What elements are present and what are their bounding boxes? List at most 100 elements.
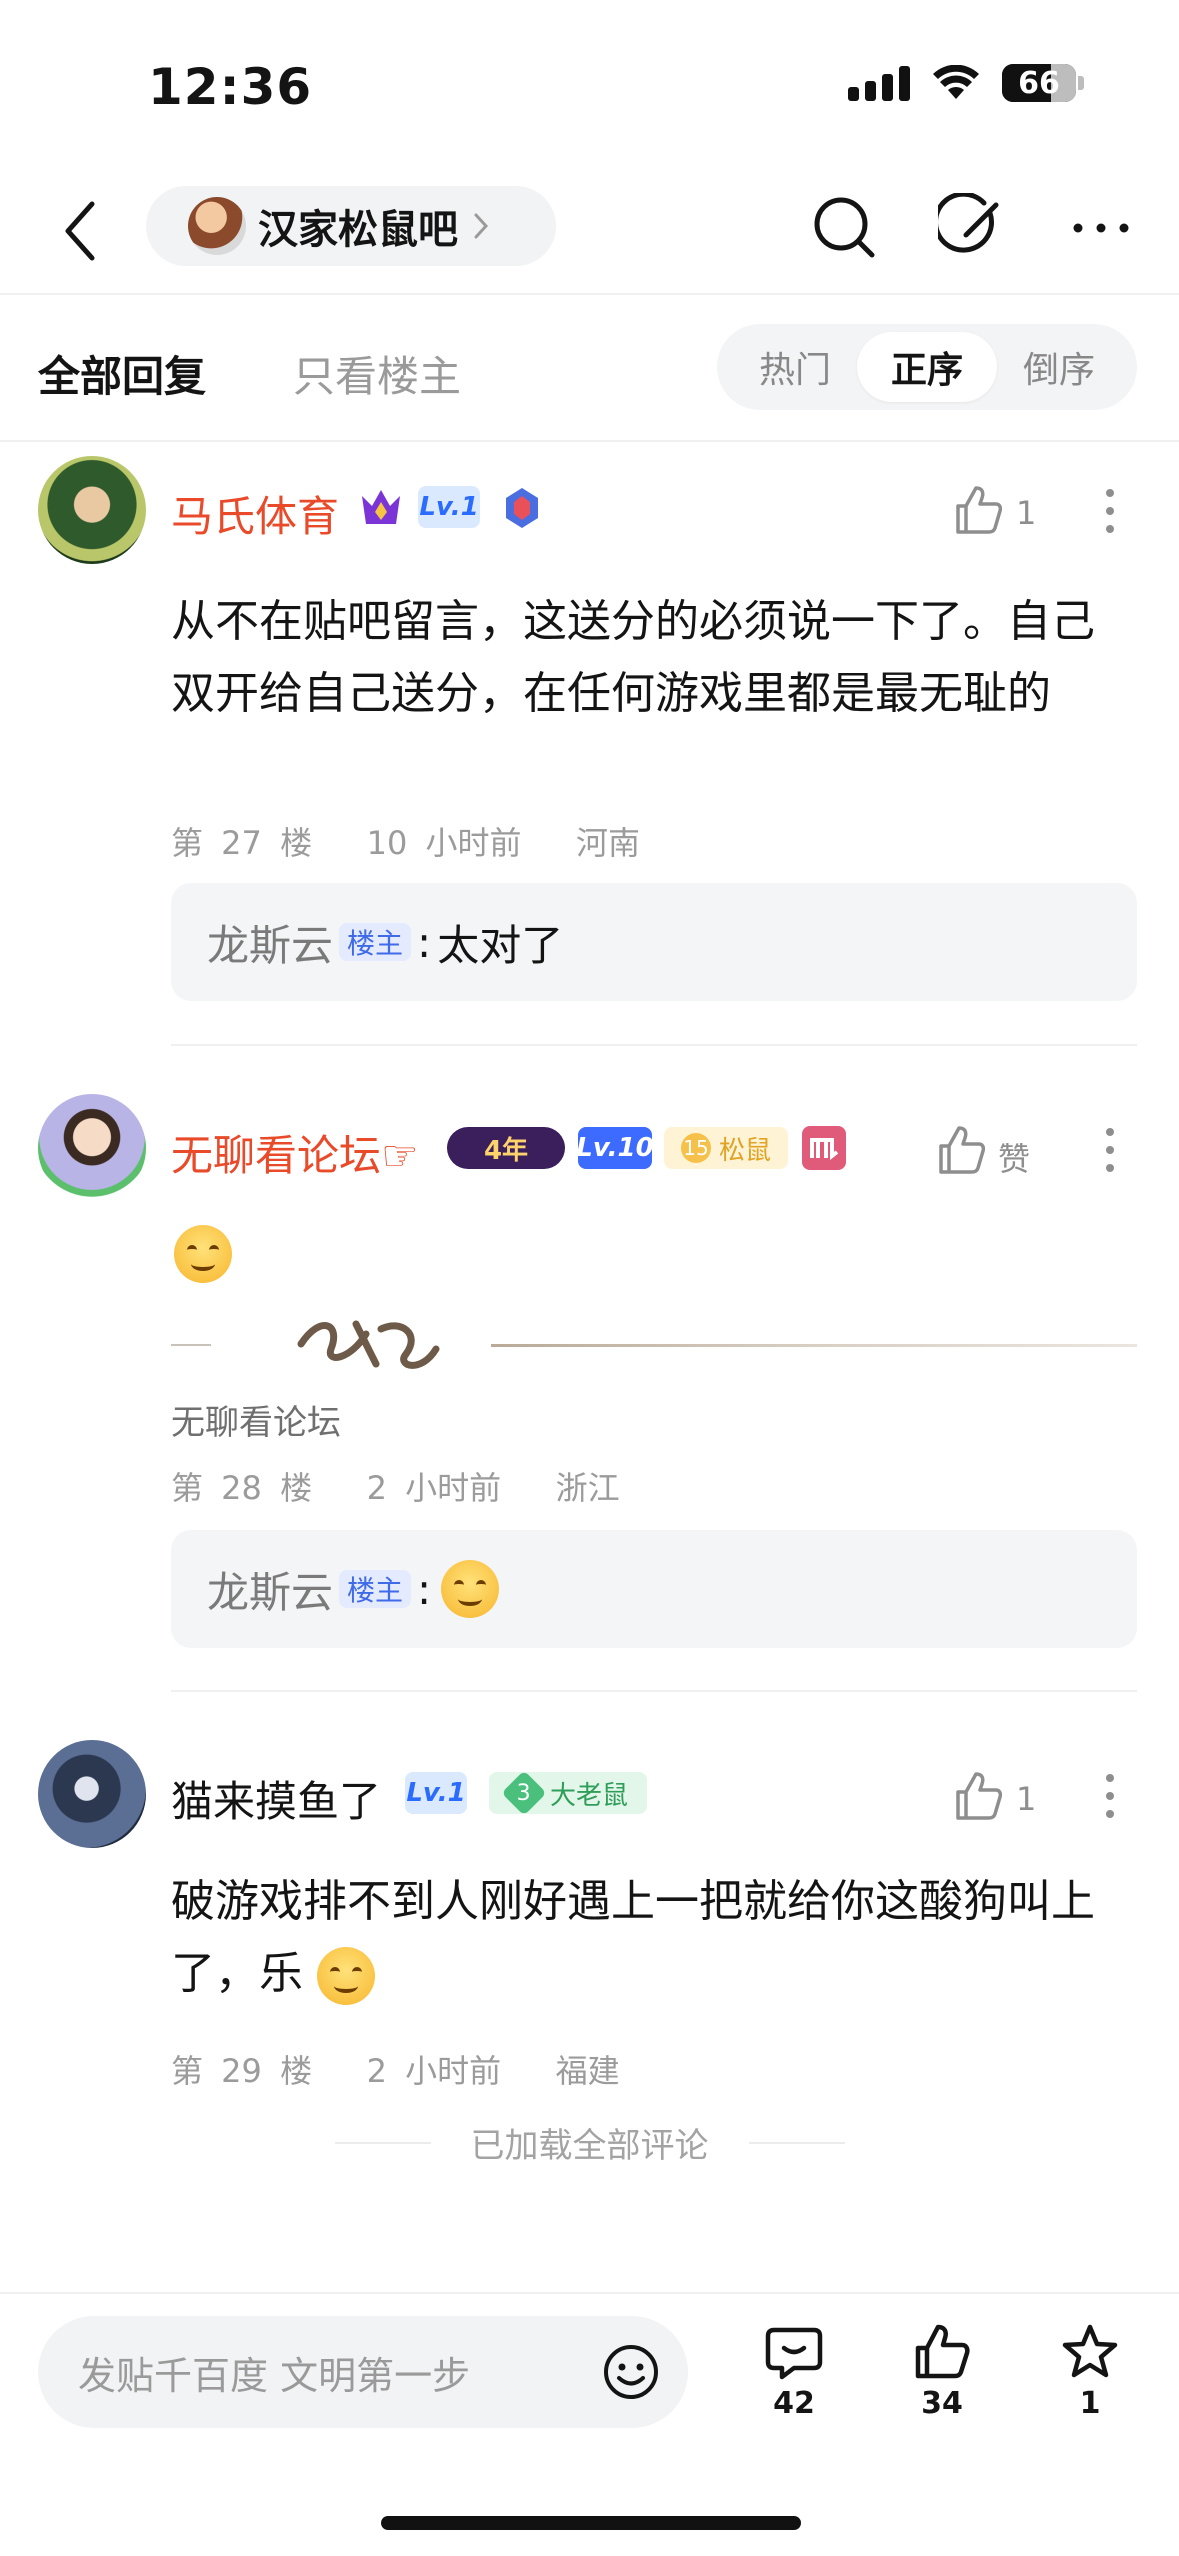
signature-banner — [171, 1294, 1137, 1394]
status-time: 12:36 — [148, 58, 313, 116]
forum-avatar — [188, 197, 246, 255]
back-icon[interactable] — [56, 196, 106, 266]
sort-asc[interactable]: 正序 — [857, 332, 997, 402]
battery-icon: 66 — [1002, 64, 1084, 102]
location: 浙江 — [555, 1469, 620, 1507]
years-badge: 4年 — [447, 1127, 565, 1169]
rank-icon — [506, 488, 538, 528]
avatar[interactable] — [38, 1094, 146, 1202]
sort-desc[interactable]: 倒序 — [989, 332, 1129, 402]
smile-emoji — [317, 1947, 375, 2005]
forum-pill[interactable]: 汉家松鼠吧 — [146, 186, 556, 266]
thumbs-up-icon[interactable] — [937, 1124, 985, 1176]
avatar[interactable] — [38, 1740, 146, 1848]
status-icons: 66 — [848, 64, 1084, 102]
floor: 第 27 楼 — [171, 824, 313, 862]
chevron-right-icon — [474, 213, 489, 239]
comment-composer[interactable]: 发贴千百度 文明第一步 — [38, 2316, 688, 2428]
tab-op-only[interactable]: 只看楼主 — [293, 343, 461, 404]
location: 河南 — [576, 824, 641, 862]
like-count: 34 — [921, 2386, 963, 2421]
fan-badge: 15 松鼠 — [664, 1127, 788, 1169]
composer-placeholder[interactable]: 发贴千百度 文明第一步 — [78, 2345, 602, 2400]
more-vertical-icon[interactable] — [1105, 1773, 1115, 1819]
fan-title: 松鼠 — [718, 1135, 771, 1166]
reply-text: 太对了 — [437, 920, 564, 970]
sort-toggle: 热门 正序 倒序 — [717, 324, 1137, 410]
crown-icon — [362, 490, 400, 524]
fan-level: 15 — [680, 1133, 711, 1163]
reply-author[interactable]: 龙斯云 — [207, 912, 333, 973]
divider — [171, 1690, 1137, 1692]
comment-icon — [765, 2327, 823, 2380]
fan-level: 3 — [516, 1780, 531, 1806]
post-meta: 第 29 楼 2 小时前 福建 — [171, 2046, 620, 2092]
member-icon — [802, 1126, 846, 1170]
time: 10 小时前 — [366, 824, 522, 862]
more-vertical-icon[interactable] — [1105, 488, 1115, 534]
level-badge: Lv.10 — [576, 1127, 654, 1169]
comments-button[interactable]: 42 — [744, 2322, 844, 2421]
divider — [0, 293, 1179, 295]
thumbs-up-icon[interactable] — [954, 1770, 1002, 1822]
years-badge-text: 4年 — [483, 1135, 529, 1166]
emoji-picker-icon[interactable] — [602, 2343, 660, 2401]
floor: 第 29 楼 — [171, 2052, 313, 2090]
post-text: 破游戏排不到人刚好遇上一把就给你这酸狗叫上了，乐 — [171, 1866, 1131, 2010]
divider-line — [334, 2141, 431, 2144]
home-indicator[interactable] — [381, 2516, 801, 2530]
level-badge: Lv.1 — [418, 486, 480, 528]
fan-badge: 3 大老鼠 — [489, 1770, 647, 1816]
username[interactable]: 猫来摸鱼了 — [171, 1768, 381, 1829]
reply-preview[interactable]: 龙斯云 楼主 : — [171, 1530, 1137, 1648]
op-tag: 楼主 — [339, 923, 412, 961]
post-meta: 第 27 楼 10 小时前 河南 — [171, 818, 640, 864]
more-icon[interactable] — [1066, 193, 1136, 263]
grin-emoji — [174, 1225, 232, 1283]
forum-name: 汉家松鼠吧 — [258, 207, 458, 253]
signature-name: 无聊看论坛 — [171, 1403, 341, 1443]
wifi-icon — [933, 65, 979, 99]
username-text: 无聊看论坛 — [171, 1131, 382, 1180]
time: 2 小时前 — [366, 2052, 502, 2090]
divider-line — [748, 2141, 845, 2144]
divider — [171, 1044, 1137, 1046]
more-vertical-icon[interactable] — [1105, 1127, 1115, 1173]
star-icon — [1062, 2324, 1118, 2378]
like-label: 赞 — [998, 1140, 1031, 1178]
fan-title: 大老鼠 — [549, 1780, 628, 1811]
like-count: 1 — [1016, 494, 1037, 532]
signature-calligraphy — [297, 1320, 440, 1369]
level-badge: Lv.1 — [405, 1772, 467, 1814]
post-text: 从不在贴吧留言，这送分的必须说一下了。自己双开给自己送分，在任何游戏里都是最无耻… — [171, 596, 1095, 719]
signal-icon — [848, 65, 910, 101]
favorite-count: 1 — [1079, 2386, 1101, 2421]
divider — [0, 440, 1179, 442]
like-count: 1 — [1016, 1780, 1037, 1818]
reply-colon: : — [417, 917, 432, 967]
edit-icon[interactable] — [938, 193, 1008, 263]
loaded-all-notice: 已加载全部评论 — [0, 2118, 1179, 2167]
favorite-button[interactable]: 1 — [1040, 2322, 1140, 2421]
fan-level-diamond: 3 — [501, 1770, 547, 1816]
post-meta: 第 28 楼 2 小时前 浙江 — [171, 1463, 620, 1509]
thumbs-up-icon[interactable] — [954, 484, 1002, 536]
reply-author[interactable]: 龙斯云 — [207, 1559, 333, 1620]
comment-count: 42 — [773, 2386, 815, 2421]
like-post-button[interactable]: 34 — [892, 2322, 992, 2421]
search-icon[interactable] — [810, 193, 880, 263]
location: 福建 — [555, 2052, 620, 2090]
reply-colon: : — [417, 1564, 432, 1614]
time: 2 小时前 — [366, 1469, 502, 1507]
post-text-content: 破游戏排不到人刚好遇上一把就给你这酸狗叫上了，乐 — [171, 1876, 1095, 1999]
username[interactable]: 马氏体育 — [171, 483, 339, 544]
thumbs-up-icon — [915, 2324, 970, 2379]
op-tag: 楼主 — [339, 1570, 412, 1608]
username[interactable]: 无聊看论坛☞ — [171, 1122, 419, 1183]
avatar[interactable] — [38, 456, 146, 564]
divider — [0, 2292, 1179, 2294]
tab-all-replies[interactable]: 全部回复 — [38, 343, 206, 404]
loaded-all-text: 已加载全部评论 — [470, 2126, 709, 2166]
sort-hot[interactable]: 热门 — [725, 332, 865, 402]
reply-preview[interactable]: 龙斯云 楼主 : 太对了 — [171, 883, 1137, 1001]
